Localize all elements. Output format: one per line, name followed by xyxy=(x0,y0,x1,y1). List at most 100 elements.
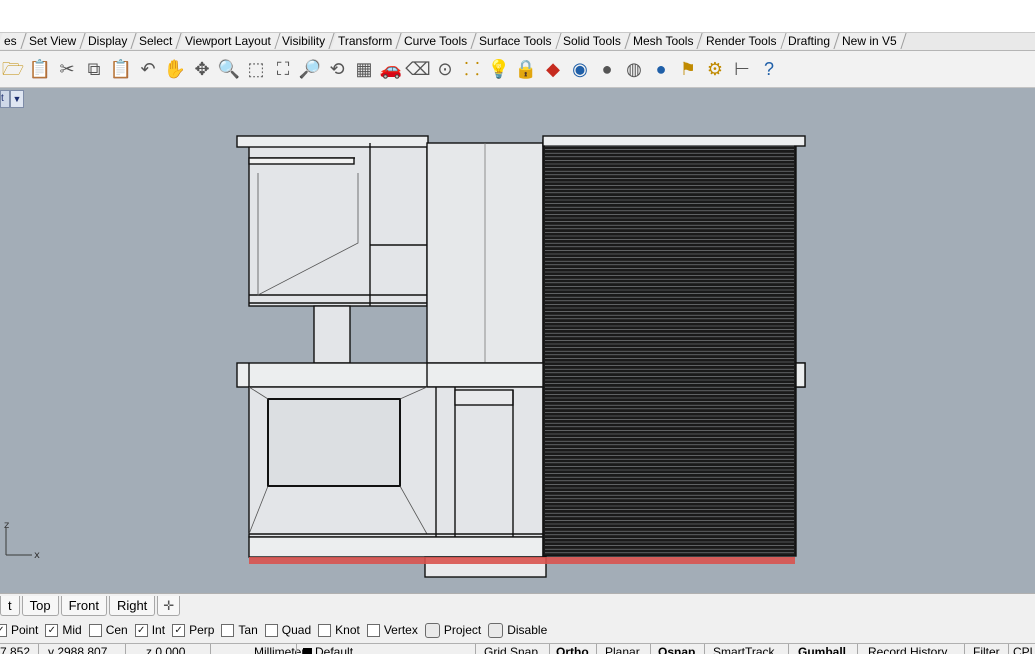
open-icon[interactable]: 🗁 xyxy=(0,56,26,82)
disable-toggle[interactable]: Disable xyxy=(488,623,547,638)
house-model-wireframe[interactable]: z x xyxy=(0,88,1035,593)
viewport-tab-t[interactable]: t xyxy=(0,596,20,616)
roof-slab-left xyxy=(237,136,428,147)
louvered-screen xyxy=(543,140,796,556)
toolbar-tab-label: Visibility xyxy=(282,33,325,49)
zoom-selected-icon[interactable]: 🔎 xyxy=(297,56,323,82)
undo-icon[interactable]: ↶ xyxy=(135,56,161,82)
osnap-perp[interactable]: ✓ Perp xyxy=(172,623,214,637)
toolbar-tab[interactable]: Transform xyxy=(331,33,401,49)
osnap-mid[interactable]: ✓Mid xyxy=(45,623,81,637)
eraser-icon[interactable]: ⌫ xyxy=(405,56,431,82)
toolbar-tab[interactable]: Display xyxy=(81,33,137,49)
dimension-icon[interactable]: ⊢ xyxy=(729,56,755,82)
lock-icon[interactable]: 🔒 xyxy=(513,56,539,82)
toolbar-tab[interactable]: Surface Tools xyxy=(472,33,561,49)
checkbox[interactable] xyxy=(221,624,234,637)
toolbar-tab-label: Curve Tools xyxy=(404,33,467,49)
zoom-icon[interactable]: 🔍 xyxy=(216,56,242,82)
checkbox[interactable] xyxy=(367,624,380,637)
toggle-label: Project xyxy=(444,623,481,637)
toolbar-tab[interactable]: Mesh Tools xyxy=(627,33,704,49)
toolbar-tab-label: Mesh Tools xyxy=(633,33,693,49)
checkbox[interactable] xyxy=(89,624,102,637)
viewport-tab-strip: tTopFrontRight✛ xyxy=(0,593,1035,618)
toolbar-tab-label: Render Tools xyxy=(706,33,777,49)
undo-view-icon[interactable]: ⟲ xyxy=(324,56,350,82)
point-edit-icon[interactable]: ⸬ xyxy=(459,56,485,82)
viewport-tab-front[interactable]: Front xyxy=(61,596,107,616)
toggle-button[interactable] xyxy=(425,623,440,638)
toolbar-tab[interactable]: Curve Tools xyxy=(397,33,476,49)
toggle-button[interactable] xyxy=(488,623,503,638)
viewport-tab-right[interactable]: Right xyxy=(109,596,155,616)
toolbar-tab-label: Surface Tools xyxy=(479,33,552,49)
toolbar-tab-label: Set View xyxy=(29,33,76,49)
checkbox[interactable]: ✓ xyxy=(0,624,7,637)
color-wheel-icon[interactable]: ◉ xyxy=(567,56,593,82)
osnap-label: Int xyxy=(152,623,165,637)
osnap-vertex[interactable]: Vertex xyxy=(367,623,418,637)
shaded-sphere-icon[interactable]: ◍ xyxy=(621,56,647,82)
checkbox[interactable] xyxy=(318,624,331,637)
osnap-bar: ✓Point ✓Mid Cen ✓ Int ✓ Perp Tan Quad Knot Vertex P… xyxy=(0,618,1029,642)
axis-indicator xyxy=(6,528,32,555)
checkbox[interactable] xyxy=(265,624,278,637)
toolbar-tab-strip: esSet ViewDisplaySelectViewport LayoutVi… xyxy=(0,33,1035,51)
osnap-label: Cen xyxy=(106,623,128,637)
selected-baseline xyxy=(249,557,795,564)
toolbar-tab-label: Select xyxy=(139,33,172,49)
pan-hand-icon[interactable]: ✋ xyxy=(162,56,188,82)
osnap-label: Quad xyxy=(282,623,311,637)
copy-icon[interactable]: ⧉ xyxy=(81,56,107,82)
car-icon[interactable]: 🚗 xyxy=(378,56,404,82)
front-viewport[interactable]: t ▼ xyxy=(0,88,1035,593)
toolbar-tab[interactable]: New in V5 xyxy=(836,33,907,49)
toolbar-tab-label: New in V5 xyxy=(842,33,897,49)
osnap-icon[interactable]: ⊙ xyxy=(432,56,458,82)
flag-icon[interactable]: ⚑ xyxy=(675,56,701,82)
x-axis-label: x xyxy=(34,550,40,561)
toolbar-tab-label: Display xyxy=(88,33,127,49)
osnap-tan[interactable]: Tan xyxy=(221,623,257,637)
main-toolbar: 🗁📋✂⧉📋↶✋✥🔍⬚⛶🔎⟲▦🚗⌫⊙⸬💡🔒◆◉●◍●⚑⚙⊢? xyxy=(0,51,1035,88)
add-viewport-tab-icon[interactable]: ✛ xyxy=(157,596,180,616)
toolbar-tab[interactable]: Drafting xyxy=(782,33,840,49)
toolbar-tab[interactable]: Select xyxy=(133,33,183,49)
osnap-label: Tan xyxy=(238,623,257,637)
checkbox[interactable]: ✓ xyxy=(135,624,148,637)
osnap-knot[interactable]: Knot xyxy=(318,623,360,637)
checkbox[interactable]: ✓ xyxy=(172,624,185,637)
command-area[interactable] xyxy=(0,0,1035,33)
osnap-label: Perp xyxy=(189,623,214,637)
toolbar-tab[interactable]: Viewport Layout xyxy=(178,33,280,49)
toolbar-tab[interactable]: Visibility xyxy=(276,33,335,49)
clipboard-icon[interactable]: 📋 xyxy=(108,56,134,82)
zoom-window-icon[interactable]: ⬚ xyxy=(243,56,269,82)
light-bulb-icon[interactable]: 💡 xyxy=(486,56,512,82)
cut-icon[interactable]: ✂ xyxy=(54,56,80,82)
rotate-view-icon[interactable]: ✥ xyxy=(189,56,215,82)
toolbar-tab-label: Solid Tools xyxy=(563,33,621,49)
four-viewports-icon[interactable]: ▦ xyxy=(351,56,377,82)
checkbox[interactable]: ✓ xyxy=(45,624,58,637)
osnap-int[interactable]: ✓ Int xyxy=(135,623,165,637)
osnap-cen[interactable]: Cen xyxy=(89,623,128,637)
blue-sphere-icon[interactable]: ● xyxy=(648,56,674,82)
project-toggle[interactable]: Project xyxy=(425,623,481,638)
osnap-quad[interactable]: Quad xyxy=(265,623,311,637)
toolbar-tab-label: Drafting xyxy=(788,33,830,49)
help-icon[interactable]: ? xyxy=(756,56,782,82)
osnap-point[interactable]: ✓Point xyxy=(0,623,38,637)
toolbar-tab[interactable]: Render Tools xyxy=(699,33,786,49)
toolbar-tab-label: Viewport Layout xyxy=(185,33,271,49)
zoom-extents-icon[interactable]: ⛶ xyxy=(270,56,296,82)
render-sphere-icon[interactable]: ● xyxy=(594,56,620,82)
layer-icon[interactable]: ◆ xyxy=(540,56,566,82)
toolbar-tab[interactable]: Solid Tools xyxy=(557,33,631,49)
options-gear-icon[interactable]: ⚙ xyxy=(702,56,728,82)
viewport-tab-top[interactable]: Top xyxy=(22,596,59,616)
toggle-label: Disable xyxy=(507,623,547,637)
toolbar-tab[interactable]: Set View xyxy=(22,33,85,49)
paste-icon[interactable]: 📋 xyxy=(27,56,53,82)
